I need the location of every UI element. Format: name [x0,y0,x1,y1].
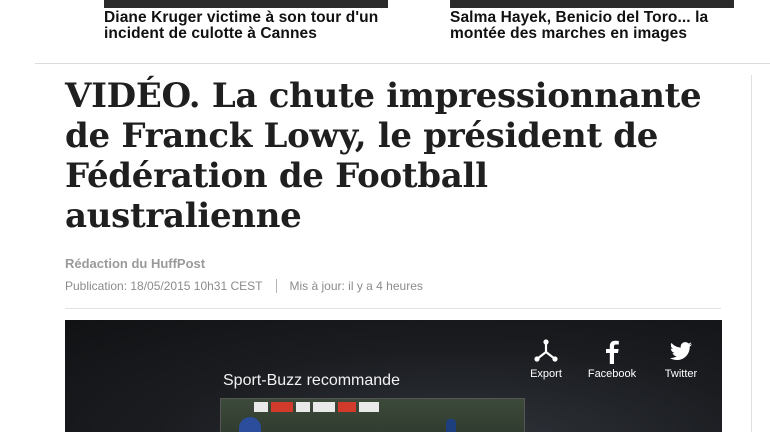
article-author[interactable]: Rédaction du HuffPost [65,256,205,271]
player-figure [446,419,456,432]
related-article-link[interactable]: Salma Hayek, Benicio del Toro... la mont… [450,0,750,42]
related-article-thumbnail[interactable] [450,0,734,8]
divider [65,308,721,309]
facebook-share-button[interactable]: Facebook [587,338,637,380]
related-article-link[interactable]: Diane Kruger victime à son tour d'un inc… [104,0,404,42]
score-overlay [254,402,379,412]
related-article-title[interactable]: Salma Hayek, Benicio del Toro... la mont… [450,10,750,42]
video-player[interactable]: Sport-Buzz recommande Export Facebook Tw… [65,320,722,432]
meta-separator [276,279,278,293]
player-figure [239,417,261,432]
facebook-icon [606,340,619,364]
related-articles: Diane Kruger victime à son tour d'un inc… [0,0,770,64]
twitter-share-button[interactable]: Twitter [662,338,700,380]
export-label: Export [530,368,562,380]
article-headline: VIDÉO. La chute impressionnante de Franc… [65,76,702,236]
sidebar-divider [751,75,752,432]
export-icon [534,339,558,362]
recommend-label: Sport-Buzz recommande [223,372,400,389]
twitter-icon [670,342,692,360]
updated-time: Mis à jour: il y a 4 heures [289,279,423,293]
twitter-label: Twitter [664,368,698,380]
export-button[interactable]: Export [527,338,565,380]
article-meta: Publication: 18/05/2015 10h31 CEST Mis à… [65,279,423,293]
related-article-title[interactable]: Diane Kruger victime à son tour d'un inc… [104,10,404,42]
divider [35,63,770,64]
recommended-video-thumbnail[interactable] [220,398,525,432]
related-article-thumbnail[interactable] [104,0,388,8]
facebook-label: Facebook [587,368,637,380]
publication-date: Publication: 18/05/2015 10h31 CEST [65,279,263,293]
